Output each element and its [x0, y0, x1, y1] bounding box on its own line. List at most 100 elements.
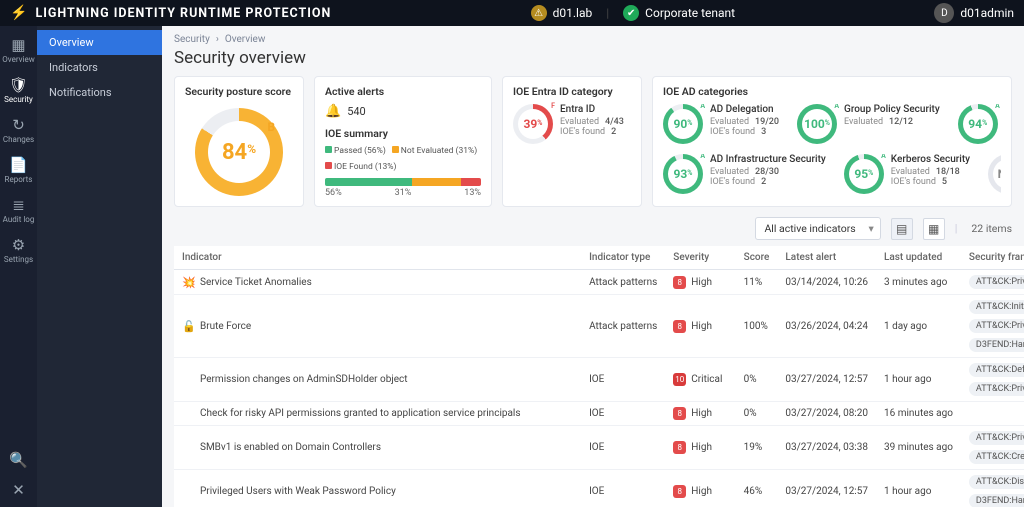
table-row[interactable]: 💥 Service Ticket Anomalies Attack pattern…: [174, 270, 1024, 295]
last-updated: 39 minutes ago: [876, 426, 961, 470]
chevron-right-icon: ›: [216, 34, 219, 45]
category-ring[interactable]: N/A Hybrid Evaluated: [988, 154, 1001, 194]
table-row[interactable]: 🔓Brute Force Attack patterns 8High 100% …: [174, 295, 1024, 358]
rail-auditlog[interactable]: ≣Audit log: [0, 190, 37, 230]
alerts-count: 540: [347, 105, 366, 118]
latest-alert: 03/14/2024, 10:26: [777, 270, 876, 295]
gear-icon: ⚙: [12, 236, 25, 254]
crumb-security[interactable]: Security: [174, 34, 210, 45]
left-rail: ▦Overview 🛡Security ↻Changes 📄Reports ≣A…: [0, 26, 37, 507]
subnav-overview[interactable]: Overview: [37, 30, 162, 55]
col-score[interactable]: Score: [736, 246, 778, 270]
framework-tag[interactable]: ATT&CK:Privilege Escalation: [969, 382, 1024, 396]
close-icon[interactable]: ✕: [12, 481, 25, 499]
tenant-lab-label: d01.lab: [553, 6, 593, 20]
score: 0%: [736, 402, 778, 426]
severity-badge: 8: [673, 276, 686, 289]
posture-title: Security posture score: [185, 85, 291, 98]
severity-cell: 10Critical: [673, 373, 727, 386]
tenant-corporate[interactable]: ✔ Corporate tenant: [623, 5, 735, 21]
last-updated: 1 hour ago: [876, 358, 961, 402]
shield-icon: 🛡: [9, 76, 28, 94]
items-count: 22 items: [971, 222, 1012, 235]
check-icon: ✔: [623, 5, 639, 21]
table-row[interactable]: SMBv1 is enabled on Domain Controllers I…: [174, 426, 1024, 470]
view-grid-icon[interactable]: ▦: [923, 218, 945, 240]
table-row[interactable]: Check for risky API permissions granted …: [174, 402, 1024, 426]
category-ring[interactable]: A 100% Group Policy Security Evaluated12…: [797, 104, 940, 144]
severity-badge: 8: [673, 441, 686, 454]
severity-badge: 8: [673, 320, 686, 333]
col-tags[interactable]: Security framework tags: [961, 246, 1024, 270]
main: Security › Overview Security overview Se…: [162, 26, 1024, 507]
list-icon: ≣: [12, 196, 25, 214]
last-updated: 3 minutes ago: [876, 270, 961, 295]
subnav-notifications[interactable]: Notifications: [37, 80, 162, 105]
table-row[interactable]: Privileged Users with Weak Password Poli…: [174, 470, 1024, 507]
indicator-type: IOE: [581, 402, 665, 426]
subnav-indicators[interactable]: Indicators: [37, 55, 162, 80]
category-ring[interactable]: A 93% AD Infrastructure Security Evaluat…: [663, 154, 826, 194]
framework-tag[interactable]: D3FEND:Harden - Strong Password Policy: [969, 338, 1024, 352]
severity-cell: 8High: [673, 407, 727, 420]
score: 0%: [736, 358, 778, 402]
tenant-lab[interactable]: ⚠ d01.lab: [531, 5, 593, 21]
rail-security[interactable]: 🛡Security: [0, 70, 37, 110]
latest-alert: 03/27/2024, 03:38: [777, 426, 876, 470]
framework-tag[interactable]: ATT&CK:Defense Evasion: [969, 363, 1024, 377]
avatar[interactable]: D: [934, 3, 954, 23]
indicator-type: Attack patterns: [581, 295, 665, 358]
rail-settings[interactable]: ⚙Settings: [0, 230, 37, 270]
severity-cell: 8High: [673, 276, 727, 289]
framework-tag[interactable]: ATT&CK:Privilege Escalation: [969, 431, 1024, 445]
col-latest[interactable]: Latest alert: [777, 246, 876, 270]
indicator-type: IOE: [581, 470, 665, 507]
table-row[interactable]: Permission changes on AdminSDHolder obje…: [174, 358, 1024, 402]
alerts-card: Active alerts 🔔540 IOE summary Passed (5…: [314, 76, 492, 207]
sync-icon: ↻: [12, 116, 25, 134]
indicator-icon: 🔓: [182, 320, 194, 333]
topbar: ⚡ LIGHTNING IDENTITY RUNTIME PROTECTION …: [0, 0, 1024, 26]
rail-changes[interactable]: ↻Changes: [0, 110, 37, 150]
score: 100%: [736, 295, 778, 358]
category-ring[interactable]: A 90% AD Delegation Evaluated19/20 IOE's…: [663, 104, 779, 144]
category-ring[interactable]: A 94% Account Sec Evaluated25 IOE's foun…: [958, 104, 1001, 144]
cat-entra-title: IOE Entra ID category: [513, 85, 631, 98]
category-ring[interactable]: A 95% Kerberos Security Evaluated18/18 I…: [844, 154, 970, 194]
col-severity[interactable]: Severity: [665, 246, 735, 270]
search-icon[interactable]: 🔍: [9, 451, 28, 469]
indicator-type: IOE: [581, 426, 665, 470]
ioe-summary-title: IOE summary: [325, 127, 481, 140]
indicator-type: Attack patterns: [581, 270, 665, 295]
col-indicator[interactable]: Indicator: [174, 246, 581, 270]
view-list-icon[interactable]: ▤: [891, 218, 913, 240]
framework-tag[interactable]: ATT&CK:Privilege Escalation: [969, 275, 1024, 289]
user-name: d01admin: [960, 6, 1014, 20]
latest-alert: 03/27/2024, 08:20: [777, 402, 876, 426]
indicator-name: Service Ticket Anomalies: [200, 277, 312, 288]
tenant-corp-label: Corporate tenant: [645, 6, 735, 20]
rail-overview[interactable]: ▦Overview: [0, 30, 37, 70]
ioe-legend: Passed (56%) Not Evaluated (31%) IOE Fou…: [325, 146, 481, 172]
indicator-type: IOE: [581, 358, 665, 402]
indicator-icon: 💥: [182, 276, 194, 289]
ioe-nums: 56%31%13%: [325, 188, 481, 198]
indicator-name: SMBv1 is enabled on Domain Controllers: [200, 442, 381, 453]
score: 11%: [736, 270, 778, 295]
framework-tag[interactable]: ATT&CK:Initial Access: [969, 300, 1024, 314]
framework-tag[interactable]: ATT&CK:Discovery: [969, 475, 1024, 489]
framework-tag[interactable]: ATT&CK:Credential Access: [969, 450, 1024, 464]
posture-grade: B: [267, 120, 275, 134]
rail-reports[interactable]: 📄Reports: [0, 150, 37, 190]
col-type[interactable]: Indicator type: [581, 246, 665, 270]
category-ring[interactable]: F 39% Entra ID Evaluated4/43 IOE's found…: [513, 104, 631, 144]
framework-tag[interactable]: ATT&CK:Privilege Escalation: [969, 319, 1024, 333]
ioe-bar: [325, 178, 481, 186]
framework-tag[interactable]: D3FEND:Harden - Strong Password Policy: [969, 494, 1024, 507]
cat-ad-card: IOE AD categories A 90% AD Delegation Ev…: [652, 76, 1012, 207]
score: 46%: [736, 470, 778, 507]
col-updated[interactable]: Last updated: [876, 246, 961, 270]
filter-select[interactable]: All active indicators: [755, 217, 880, 240]
last-updated: 1 day ago: [876, 295, 961, 358]
severity-cell: 8High: [673, 441, 727, 454]
